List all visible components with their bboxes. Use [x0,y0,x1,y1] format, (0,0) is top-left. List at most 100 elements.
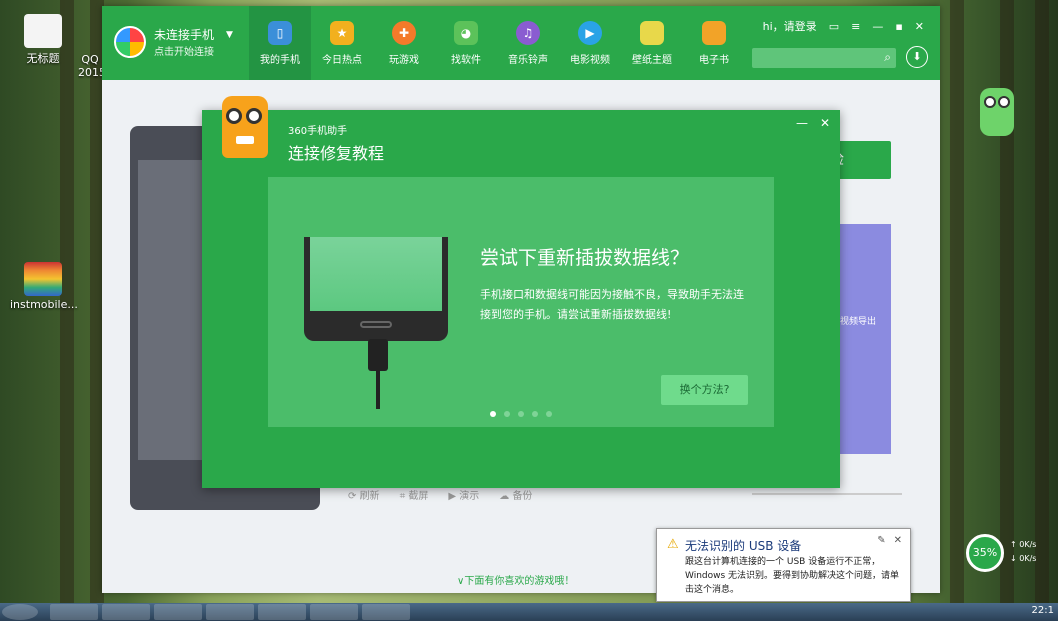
dialog-controls: — ✕ [796,116,830,130]
wallpaper-icon [640,20,664,45]
login-link[interactable]: hi，请登录 [763,18,817,34]
connection-status: 未连接手机 [154,28,215,42]
screenshot-label: 截屏 [408,491,429,502]
connect-phone-button[interactable]: 未连接手机 点击开始连接 ▼ [114,26,233,58]
taskbar-clock[interactable]: 22:1 [1032,605,1054,616]
minimize-icon[interactable]: — [872,20,883,33]
try-another-method-button[interactable]: 换个方法? [661,375,748,405]
page-dot[interactable] [518,411,524,417]
taskbar-item[interactable] [154,604,202,620]
balloon-controls: ✎ ✕ [877,535,902,546]
repair-tutorial-dialog: 360手机助手 连接修复教程 — ✕ 尝试下重新插拔数据线？ 手机接口和数据线可… [202,96,840,488]
main-nav: ▯ 我的手机 ★ 今日热点 ✚ 玩游戏 ◕ 找软件 ♫ 音乐铃声 ▶ 电影视频 [249,6,745,80]
usb-cable-icon [368,339,388,371]
download-icon[interactable]: ⬇ [906,46,928,68]
phone-toolbar: ⟳ 刷新 ⌗ 截屏 ▶ 演示 ☁ 备份 [348,487,532,502]
message-icon[interactable]: ▭ [829,20,839,33]
nav-music[interactable]: ♫ 音乐铃声 [497,6,559,80]
desktop-icon-instmobile[interactable]: instmobile... [10,262,78,311]
warning-icon: ⚠ [667,537,679,552]
slide-heading: 尝试下重新插拔数据线？ [480,247,690,269]
balloon-title: 无法识别的 USB 设备 [685,539,802,553]
start-button[interactable] [2,604,38,620]
page-dot[interactable] [546,411,552,417]
archive-icon [24,262,62,296]
screenshot-button[interactable]: ⌗ 截屏 [400,487,429,502]
desktop-icon-label: instmobile... [10,298,78,311]
menu-icon[interactable]: ≡ [851,20,860,33]
taskbar-item[interactable] [206,604,254,620]
nav-ebook[interactable]: 电子书 [683,6,745,80]
floating-mascot-icon[interactable] [980,88,1014,136]
promo-panel: 视频导出 [840,224,891,454]
usb-notification-balloon[interactable]: ⚠ 无法识别的 USB 设备 跟这台计算机连接的一个 USB 设备运行不正常，W… [656,528,911,602]
balloon-close-icon[interactable]: ✕ [894,535,902,546]
document-icon [24,14,62,48]
page-dot[interactable] [504,411,510,417]
taskbar-item[interactable] [362,604,410,620]
phone-illustration [304,237,448,341]
nav-label: 玩游戏 [389,54,419,66]
mascot-eye [998,96,1010,108]
dialog-close-icon[interactable]: ✕ [820,116,830,130]
slide-pagination [490,411,552,417]
mascot-mouth [236,136,254,144]
network-percent: 35% [966,534,1004,572]
star-icon: ★ [330,20,354,45]
nav-apps[interactable]: ◕ 找软件 [435,6,497,80]
android-icon: ◕ [454,20,478,45]
search-icon[interactable]: ⌕ [884,50,891,65]
maximize-icon[interactable]: ▪ [895,20,902,33]
nav-label: 音乐铃声 [508,54,548,66]
bottom-hint-text: 下面有你喜欢的游戏哦！ [464,576,575,587]
app-logo-icon [114,26,146,58]
mascot-eye [246,108,262,124]
desktop-icon-qq[interactable]: QQ 2015 [78,40,102,79]
backup-label: 备份 [512,491,533,502]
dialog-title: 连接修复教程 [288,144,385,163]
mascot-eye [984,96,996,108]
page-dot[interactable] [532,411,538,417]
taskbar-item[interactable] [102,604,150,620]
pin-icon[interactable]: ✎ [877,535,885,546]
storage-slider [752,493,902,495]
dialog-minimize-icon[interactable]: — [796,116,808,130]
nav-my-phone[interactable]: ▯ 我的手机 [249,6,311,80]
chevron-down-icon: ▼ [226,30,233,40]
nav-label: 我的手机 [260,54,300,66]
nav-label: 今日热点 [322,54,362,66]
search-input[interactable] [752,50,872,71]
network-meter[interactable]: 35% ↑ 0K/s ↓ 0K/s [964,532,1054,572]
slide-body: 手机接口和数据线可能因为接触不良，导致助手无法连接到您的手机。请尝试重新插拔数据… [480,288,744,321]
desktop-icon-label: QQ 2015 [78,53,102,79]
taskbar-item[interactable] [310,604,358,620]
taskbar-item[interactable] [258,604,306,620]
nav-hot-today[interactable]: ★ 今日热点 [311,6,373,80]
nav-label: 壁纸主题 [632,54,672,66]
nav-wallpaper[interactable]: 壁纸主题 [621,6,683,80]
backup-button[interactable]: ☁ 备份 [499,487,532,502]
mascot-icon [222,96,268,158]
app-topbar: 未连接手机 点击开始连接 ▼ ▯ 我的手机 ★ 今日热点 ✚ 玩游戏 ◕ 找软件 [102,6,940,80]
music-icon: ♫ [516,20,540,45]
demo-button[interactable]: ▶ 演示 [448,487,479,502]
taskbar-item[interactable] [50,604,98,620]
nav-label: 找软件 [451,54,481,66]
bottom-hint-link[interactable]: ∨下面有你喜欢的游戏哦！ [457,572,574,587]
nav-video[interactable]: ▶ 电影视频 [559,6,621,80]
desktop-icon-label: 无标题 [26,52,60,65]
desktop-icon-untitled[interactable]: 无标题 [20,14,66,66]
close-icon[interactable]: ✕ [915,20,924,33]
nav-games[interactable]: ✚ 玩游戏 [373,6,435,80]
taskbar: 22:1 [0,603,1058,621]
refresh-label: 刷新 [359,491,380,502]
book-icon [702,20,726,45]
upload-speed: ↑ 0K/s [1010,540,1037,549]
page-dot[interactable] [490,411,496,417]
refresh-button[interactable]: ⟳ 刷新 [348,487,380,502]
connection-hint: 点击开始连接 [154,47,214,58]
nav-label: 电影视频 [570,54,610,66]
gamepad-icon: ✚ [392,20,416,45]
window-controls: hi，请登录 ▭ ≡ — ▪ ✕ [763,18,924,34]
dialog-subtitle: 360手机助手 [288,126,348,137]
